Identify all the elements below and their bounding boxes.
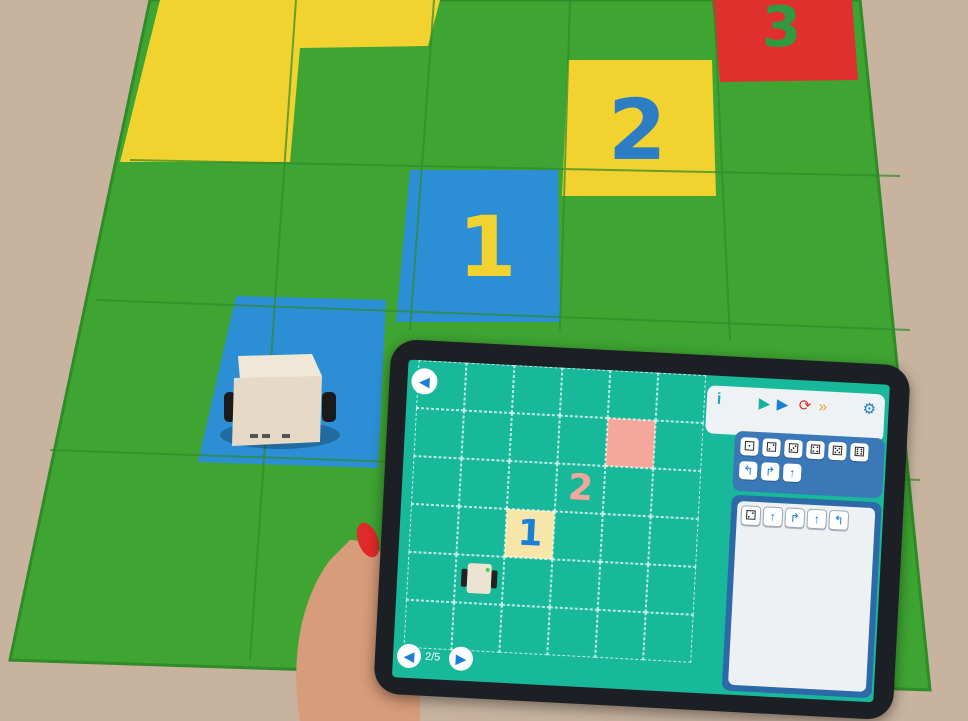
board-cell[interactable] bbox=[509, 413, 560, 464]
photo-scene: 1 2 3 1 2 ◀ ◀ 2/5 ▶ i ▶ ▶ ⟳ » ⚙ ⚀ ⚁ ⚂ ⚃ … bbox=[0, 0, 968, 721]
board-cell[interactable] bbox=[597, 561, 649, 613]
forward-block[interactable]: ↑ bbox=[782, 463, 802, 483]
board-cell[interactable] bbox=[461, 410, 512, 461]
tablet-device: 1 2 ◀ ◀ 2/5 ▶ i ▶ ▶ ⟳ » ⚙ ⚀ ⚁ ⚂ ⚃ ⚄ ⚅ ↰ … bbox=[373, 338, 911, 721]
turn-left-icon: ↰ bbox=[742, 463, 754, 478]
board-cell[interactable] bbox=[411, 455, 462, 507]
die-6-block[interactable]: ⚅ bbox=[849, 442, 869, 462]
board-cell[interactable] bbox=[559, 367, 611, 419]
board-cell[interactable] bbox=[463, 362, 515, 414]
page-indicator: 2/5 bbox=[424, 650, 441, 664]
arrow-up-icon: ↑ bbox=[788, 465, 796, 480]
board-cell[interactable] bbox=[645, 564, 697, 615]
board-cell[interactable] bbox=[451, 602, 502, 653]
program-turn-right-block[interactable]: ↱ bbox=[784, 507, 806, 529]
board-cell[interactable] bbox=[653, 420, 704, 472]
board-cell[interactable] bbox=[552, 511, 603, 562]
board-cell[interactable] bbox=[406, 551, 457, 603]
turn-right-icon: ↱ bbox=[764, 464, 776, 479]
block-palette: ⚀ ⚁ ⚂ ⚃ ⚄ ⚅ ↰ ↱ ↑ bbox=[732, 430, 886, 499]
board-cell[interactable] bbox=[595, 609, 646, 661]
next-level-button[interactable]: ▶ bbox=[448, 646, 474, 672]
step-icon[interactable]: ▶ bbox=[776, 396, 788, 414]
die-5-block[interactable]: ⚄ bbox=[827, 441, 847, 461]
program-area[interactable]: ⚁ ↑ ↱ ↑ ↰ bbox=[727, 500, 876, 692]
board-cell[interactable] bbox=[403, 599, 454, 651]
board-cell[interactable] bbox=[655, 372, 707, 424]
board-cell[interactable] bbox=[499, 604, 550, 656]
gear-icon[interactable]: ⚙ bbox=[862, 400, 876, 418]
info-button[interactable]: i bbox=[716, 391, 721, 408]
arrow-up-icon: ↑ bbox=[813, 511, 821, 527]
die-4-block[interactable]: ⚃ bbox=[805, 440, 825, 460]
board-cell[interactable] bbox=[506, 460, 558, 512]
arrow-right-icon: ▶ bbox=[455, 650, 467, 667]
board-cell[interactable] bbox=[456, 506, 507, 557]
game-board: 1 2 ◀ ◀ 2/5 ▶ bbox=[392, 360, 713, 694]
mat-number-2: 2 bbox=[608, 81, 667, 179]
tablet-screen: 1 2 ◀ ◀ 2/5 ▶ i ▶ ▶ ⟳ » ⚙ ⚀ ⚁ ⚂ ⚃ ⚄ ⚅ ↰ … bbox=[391, 359, 890, 703]
mat-number-3: 3 bbox=[762, 0, 801, 60]
target-cell[interactable] bbox=[605, 418, 656, 469]
reset-icon[interactable]: ⟳ bbox=[798, 397, 811, 415]
board-cell[interactable] bbox=[549, 559, 601, 610]
board-cell[interactable] bbox=[413, 408, 464, 459]
die-1-block[interactable]: ⚀ bbox=[740, 437, 759, 456]
board-number-2: 2 bbox=[567, 467, 595, 510]
arrow-left-icon: ◀ bbox=[403, 647, 415, 665]
board-cell[interactable] bbox=[643, 612, 694, 663]
play-icon[interactable]: ▶ bbox=[758, 395, 770, 413]
die-2-block[interactable]: ⚁ bbox=[762, 438, 781, 458]
fast-forward-icon[interactable]: » bbox=[818, 398, 827, 415]
board-cell[interactable] bbox=[607, 370, 659, 421]
program-turn-left-block[interactable]: ↰ bbox=[828, 509, 850, 531]
board-number-1: 1 bbox=[516, 512, 544, 555]
board-cell[interactable] bbox=[511, 365, 563, 416]
board-cell[interactable] bbox=[408, 503, 459, 555]
board-cell[interactable] bbox=[602, 465, 654, 517]
turn-right-icon: ↱ bbox=[789, 510, 801, 526]
prev-level-button[interactable]: ◀ bbox=[396, 643, 422, 669]
arrow-up-icon: ↑ bbox=[769, 509, 777, 524]
program-forward-block[interactable]: ↑ bbox=[762, 506, 784, 528]
program-panel: ⚁ ↑ ↱ ↑ ↰ bbox=[721, 494, 882, 699]
turn-left-icon: ↰ bbox=[833, 513, 845, 528]
program-forward-block[interactable]: ↑ bbox=[806, 508, 828, 530]
board-cell[interactable] bbox=[600, 513, 651, 565]
turn-right-block[interactable]: ↱ bbox=[760, 462, 780, 482]
program-die-block[interactable]: ⚁ bbox=[740, 505, 762, 527]
mat-number-1: 1 bbox=[458, 198, 517, 296]
die-3-block[interactable]: ⚂ bbox=[783, 439, 803, 459]
board-cell[interactable] bbox=[458, 458, 510, 509]
board-cell[interactable] bbox=[501, 556, 553, 608]
board-cell[interactable] bbox=[650, 468, 702, 519]
arrow-left-icon: ◀ bbox=[418, 373, 431, 390]
board-cell[interactable] bbox=[547, 607, 598, 658]
robot-sprite[interactable] bbox=[460, 561, 498, 597]
board-cell[interactable] bbox=[557, 415, 608, 466]
board-cell[interactable] bbox=[648, 516, 699, 567]
turn-left-block[interactable]: ↰ bbox=[738, 461, 758, 480]
